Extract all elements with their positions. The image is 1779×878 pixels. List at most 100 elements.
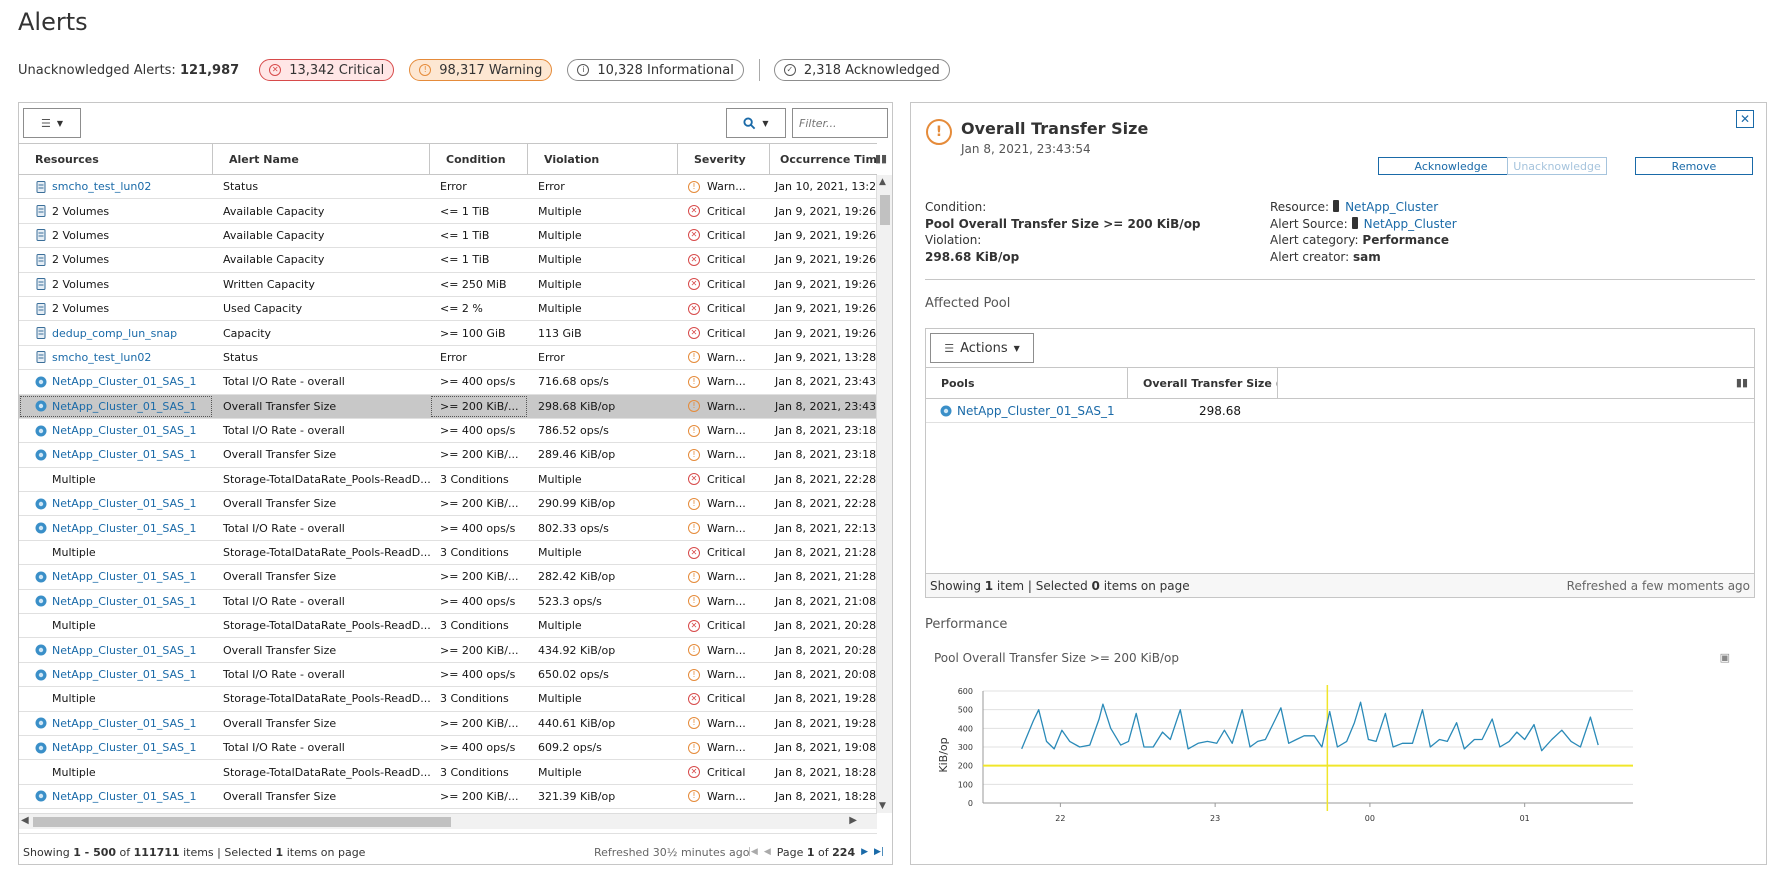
resource-name[interactable]: smcho_test_lun02 bbox=[52, 180, 151, 193]
resource-cell[interactable]: dedup_comp_lun_snap bbox=[19, 321, 213, 344]
table-row[interactable]: NetApp_Cluster_01_SAS_1 298.68 bbox=[926, 399, 1754, 423]
table-row[interactable]: Multiple Storage-TotalDataRate_Pools-Read… bbox=[19, 687, 877, 712]
column-header-pools[interactable]: Pools bbox=[926, 368, 1128, 398]
column-header-resources[interactable]: Resources bbox=[19, 144, 213, 174]
last-page-icon[interactable]: ▶| bbox=[874, 847, 884, 857]
table-row[interactable]: NetApp_Cluster_01_SAS_1 Overall Transfer … bbox=[19, 638, 877, 663]
horizontal-scroll-thumb[interactable] bbox=[33, 817, 451, 827]
alert-name-cell: Storage-TotalDataRate_Pools-ReadD... bbox=[223, 765, 430, 779]
table-row[interactable]: Multiple Storage-TotalDataRate_Pools-Read… bbox=[19, 541, 877, 566]
column-header-severity[interactable]: Severity bbox=[678, 144, 770, 174]
column-chooser-icon[interactable]: ▮▮ bbox=[875, 152, 887, 165]
resource-name[interactable]: NetApp_Cluster_01_SAS_1 bbox=[52, 424, 197, 437]
vertical-scrollbar[interactable]: ▲ ▼ bbox=[876, 175, 892, 813]
table-row[interactable]: dedup_comp_lun_snap Capacity >= 100 GiB 113… bbox=[19, 321, 877, 346]
resource-cell[interactable]: smcho_test_lun02 bbox=[19, 175, 213, 198]
column-header-overall-transfer-size[interactable]: Overall Transfer Size (K... bbox=[1128, 368, 1278, 398]
close-icon[interactable]: ✕ bbox=[1736, 110, 1754, 128]
resource-name[interactable]: NetApp_Cluster_01_SAS_1 bbox=[52, 522, 197, 535]
actions-menu-button[interactable]: ☰ Actions ▼ bbox=[930, 333, 1034, 363]
volume-icon bbox=[36, 205, 46, 218]
table-row[interactable]: 2 Volumes Available Capacity <= 1 TiB Multi… bbox=[19, 248, 877, 273]
resource-name[interactable]: smcho_test_lun02 bbox=[52, 351, 151, 364]
column-header-occurrence-time[interactable]: Occurrence Time bbox=[770, 144, 877, 174]
resource-cell[interactable]: NetApp_Cluster_01_SAS_1 bbox=[19, 419, 213, 442]
table-row[interactable]: NetApp_Cluster_01_SAS_1 Overall Transfer … bbox=[19, 492, 877, 517]
alert-source-link[interactable]: NetApp_Cluster bbox=[1364, 217, 1457, 231]
table-row[interactable]: 2 Volumes Used Capacity <= 2 % Multiple ✕ Cri… bbox=[19, 297, 877, 322]
table-row[interactable]: NetApp_Cluster_01_SAS_1 Overall Transfer … bbox=[19, 394, 877, 419]
table-row[interactable]: Multiple Storage-TotalDataRate_Pools-Read… bbox=[19, 760, 877, 785]
resource-name[interactable]: NetApp_Cluster_01_SAS_1 bbox=[52, 790, 197, 803]
horizontal-scrollbar[interactable]: ◀ ▶ bbox=[19, 813, 877, 829]
resource-cell[interactable]: NetApp_Cluster_01_SAS_1 bbox=[19, 565, 213, 588]
resource-cell[interactable]: NetApp_Cluster_01_SAS_1 bbox=[19, 443, 213, 466]
table-row[interactable]: 2 Volumes Available Capacity <= 1 TiB Multi… bbox=[19, 199, 877, 224]
resource-cell[interactable]: smcho_test_lun02 bbox=[19, 346, 213, 369]
acknowledge-button[interactable]: Acknowledge bbox=[1378, 157, 1524, 175]
resource-name[interactable]: NetApp_Cluster_01_SAS_1 bbox=[52, 741, 197, 754]
remove-button[interactable]: Remove bbox=[1635, 157, 1753, 175]
scroll-up-icon[interactable]: ▲ bbox=[879, 177, 886, 187]
resource-cell[interactable]: NetApp_Cluster_01_SAS_1 bbox=[19, 370, 213, 393]
resource-name[interactable]: NetApp_Cluster_01_SAS_1 bbox=[52, 570, 197, 583]
resource-link[interactable]: NetApp_Cluster bbox=[1345, 200, 1438, 214]
column-header-condition[interactable]: Condition bbox=[430, 144, 528, 174]
next-page-icon[interactable]: ▶ bbox=[861, 847, 868, 857]
table-row[interactable]: smcho_test_lun02 Status Error Error! Warn...… bbox=[19, 175, 877, 200]
filter-input[interactable] bbox=[792, 108, 888, 138]
resource-name[interactable]: NetApp_Cluster_01_SAS_1 bbox=[52, 400, 197, 413]
resource-name[interactable]: NetApp_Cluster_01_SAS_1 bbox=[52, 668, 197, 681]
table-actions-menu-button[interactable]: ☰ ▼ bbox=[23, 108, 81, 138]
column-header-violation[interactable]: Violation bbox=[528, 144, 678, 174]
resource-cell[interactable]: NetApp_Cluster_01_SAS_1 bbox=[19, 712, 213, 735]
resource-name[interactable]: dedup_comp_lun_snap bbox=[52, 327, 177, 340]
warning-filter-pill[interactable]: ! 98,317 Warning bbox=[409, 59, 553, 81]
resource-cell[interactable]: NetApp_Cluster_01_SAS_1 bbox=[19, 785, 213, 808]
resource-cell[interactable]: NetApp_Cluster_01_SAS_1 bbox=[19, 492, 213, 515]
resource-name[interactable]: NetApp_Cluster_01_SAS_1 bbox=[52, 717, 197, 730]
table-row[interactable]: NetApp_Cluster_01_SAS_1 Overall Transfer … bbox=[19, 712, 877, 736]
table-row[interactable]: NetApp_Cluster_01_SAS_1 Overall Transfer … bbox=[19, 565, 877, 590]
alert-name-cell: Available Capacity bbox=[223, 253, 325, 267]
resource-name[interactable]: NetApp_Cluster_01_SAS_1 bbox=[52, 448, 197, 461]
resource-cell[interactable]: NetApp_Cluster_01_SAS_1 bbox=[19, 736, 213, 759]
resource-name[interactable]: NetApp_Cluster_01_SAS_1 bbox=[52, 644, 197, 657]
table-row[interactable]: NetApp_Cluster_01_SAS_1 Total I/O Rate - … bbox=[19, 419, 877, 444]
scroll-left-icon[interactable]: ◀ bbox=[21, 815, 29, 826]
table-row[interactable]: 2 Volumes Available Capacity <= 1 TiB Multi… bbox=[19, 224, 877, 249]
table-row[interactable]: NetApp_Cluster_01_SAS_1 Total I/O Rate - … bbox=[19, 370, 877, 395]
informational-filter-pill[interactable]: i 10,328 Informational bbox=[567, 59, 744, 81]
column-chooser-icon[interactable]: ▮▮ bbox=[1736, 376, 1748, 389]
scroll-right-icon[interactable]: ▶ bbox=[849, 815, 857, 826]
vertical-scroll-thumb[interactable] bbox=[880, 195, 890, 225]
resource-cell[interactable]: NetApp_Cluster_01_SAS_1 bbox=[19, 516, 213, 539]
pool-link[interactable]: NetApp_Cluster_01_SAS_1 bbox=[957, 404, 1115, 418]
scroll-down-icon[interactable]: ▼ bbox=[879, 801, 886, 811]
critical-filter-pill[interactable]: ✕ 13,342 Critical bbox=[259, 59, 395, 81]
resource-name[interactable]: NetApp_Cluster_01_SAS_1 bbox=[52, 497, 197, 510]
resource-cell[interactable]: NetApp_Cluster_01_SAS_1 bbox=[19, 638, 213, 661]
table-row[interactable]: NetApp_Cluster_01_SAS_1 Total I/O Rate - … bbox=[19, 663, 877, 688]
unacknowledge-button[interactable]: Unacknowledge bbox=[1507, 157, 1607, 175]
column-header-alert-name[interactable]: Alert Name bbox=[213, 144, 430, 174]
table-row[interactable]: NetApp_Cluster_01_SAS_1 Total I/O Rate - … bbox=[19, 590, 877, 615]
search-menu-button[interactable]: ▼ bbox=[726, 108, 786, 138]
export-chart-icon[interactable]: ▣ bbox=[1720, 651, 1730, 664]
resource-cell[interactable]: NetApp_Cluster_01_SAS_1 bbox=[19, 395, 213, 418]
resource-name[interactable]: NetApp_Cluster_01_SAS_1 bbox=[52, 375, 197, 388]
acknowledged-filter-pill[interactable]: ✓ 2,318 Acknowledged bbox=[773, 59, 950, 81]
resource-name[interactable]: NetApp_Cluster_01_SAS_1 bbox=[52, 595, 197, 608]
previous-page-icon[interactable]: ◀ bbox=[764, 847, 771, 857]
table-row[interactable]: NetApp_Cluster_01_SAS_1 Total I/O Rate - … bbox=[19, 516, 877, 541]
table-row[interactable]: smcho_test_lun02 Status Error Error! Warn...… bbox=[19, 346, 877, 371]
table-row[interactable]: Multiple Storage-TotalDataRate_Pools-Read… bbox=[19, 614, 877, 639]
table-row[interactable]: 2 Volumes Written Capacity <= 250 MiB Multi… bbox=[19, 273, 877, 297]
table-row[interactable]: NetApp_Cluster_01_SAS_1 Total I/O Rate - … bbox=[19, 736, 877, 761]
table-row[interactable]: NetApp_Cluster_01_SAS_1 Overall Transfer … bbox=[19, 443, 877, 468]
first-page-icon[interactable]: |◀ bbox=[748, 847, 758, 857]
table-row[interactable]: Multiple Storage-TotalDataRate_Pools-Read… bbox=[19, 468, 877, 493]
table-row[interactable]: NetApp_Cluster_01_SAS_1 Overall Transfer … bbox=[19, 785, 877, 810]
resource-cell[interactable]: NetApp_Cluster_01_SAS_1 bbox=[19, 590, 213, 613]
resource-cell[interactable]: NetApp_Cluster_01_SAS_1 bbox=[19, 663, 213, 686]
